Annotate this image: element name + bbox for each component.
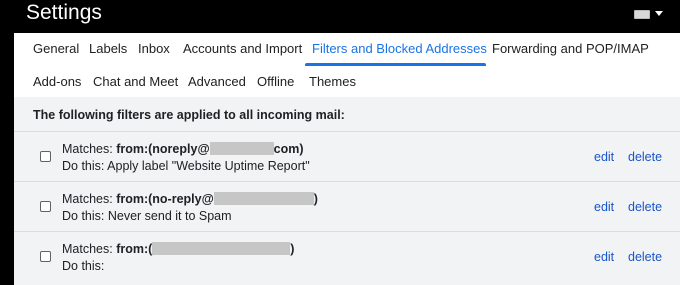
redaction-bar <box>152 242 291 255</box>
matches-prefix: Matches: <box>62 142 117 156</box>
filters-heading: The following filters are applied to all… <box>33 108 345 122</box>
redaction-bar <box>213 192 314 205</box>
tab-labels[interactable]: Labels <box>89 41 127 56</box>
matches-criteria-end: ) <box>313 192 318 206</box>
page-title: Settings <box>26 1 102 24</box>
filter-matches: Matches: from:(no-reply@) <box>62 192 318 206</box>
delete-filter-link[interactable]: delete <box>628 250 662 264</box>
delete-filter-link[interactable]: delete <box>628 200 662 214</box>
filters-list: The following filters are applied to all… <box>14 97 680 285</box>
filter-row: Matches: from:() Do this: edit delete <box>14 231 680 285</box>
redaction-bar <box>209 142 274 155</box>
tab-general[interactable]: General <box>33 41 79 56</box>
tab-add-ons[interactable]: Add-ons <box>33 74 81 89</box>
filter-checkbox[interactable] <box>40 201 51 212</box>
tab-accounts-and-import[interactable]: Accounts and Import <box>183 41 302 56</box>
tab-themes[interactable]: Themes <box>309 74 356 89</box>
settings-tabs-row-2: Add-ons Chat and Meet Advanced Offline T… <box>14 66 680 97</box>
matches-criteria-start: from:(no-reply@ <box>116 192 214 206</box>
filter-checkbox[interactable] <box>40 251 51 262</box>
matches-criteria-end: com) <box>273 142 304 156</box>
matches-criteria-start: from:(noreply@ <box>116 142 210 156</box>
filter-row: Matches: from:(noreply@ com) Do this: App… <box>14 131 680 181</box>
matches-prefix: Matches: <box>62 192 117 206</box>
tab-inbox[interactable]: Inbox <box>138 41 170 56</box>
delete-filter-link[interactable]: delete <box>628 150 662 164</box>
edit-filter-link[interactable]: edit <box>594 200 614 214</box>
top-bar: Settings <box>0 0 680 33</box>
matches-criteria-end: ) <box>290 242 295 256</box>
edit-filter-link[interactable]: edit <box>594 150 614 164</box>
filter-action: Do this: Never send it to Spam <box>62 209 232 223</box>
filter-matches: Matches: from:(noreply@ com) <box>62 142 304 156</box>
settings-panel: General Labels Inbox Accounts and Import… <box>14 33 680 285</box>
tab-chat-and-meet[interactable]: Chat and Meet <box>93 74 178 89</box>
tab-filters-and-blocked-addresses[interactable]: Filters and Blocked Addresses <box>312 41 487 56</box>
filter-row: Matches: from:(no-reply@) Do this: Never… <box>14 181 680 231</box>
filter-action: Do this: <box>62 259 105 273</box>
filter-matches: Matches: from:() <box>62 242 294 256</box>
tab-forwarding-and-pop-imap[interactable]: Forwarding and POP/IMAP <box>492 41 649 56</box>
matches-criteria-start: from:( <box>116 242 153 256</box>
matches-prefix: Matches: <box>62 242 117 256</box>
filter-checkbox[interactable] <box>40 151 51 162</box>
tab-offline[interactable]: Offline <box>257 74 294 89</box>
keyboard-icon[interactable] <box>634 10 650 19</box>
settings-tabs-row-1: General Labels Inbox Accounts and Import… <box>14 33 680 66</box>
tab-advanced[interactable]: Advanced <box>188 74 246 89</box>
caret-down-icon[interactable] <box>655 11 663 16</box>
edit-filter-link[interactable]: edit <box>594 250 614 264</box>
filter-action: Do this: Apply label "Website Uptime Rep… <box>62 159 310 173</box>
